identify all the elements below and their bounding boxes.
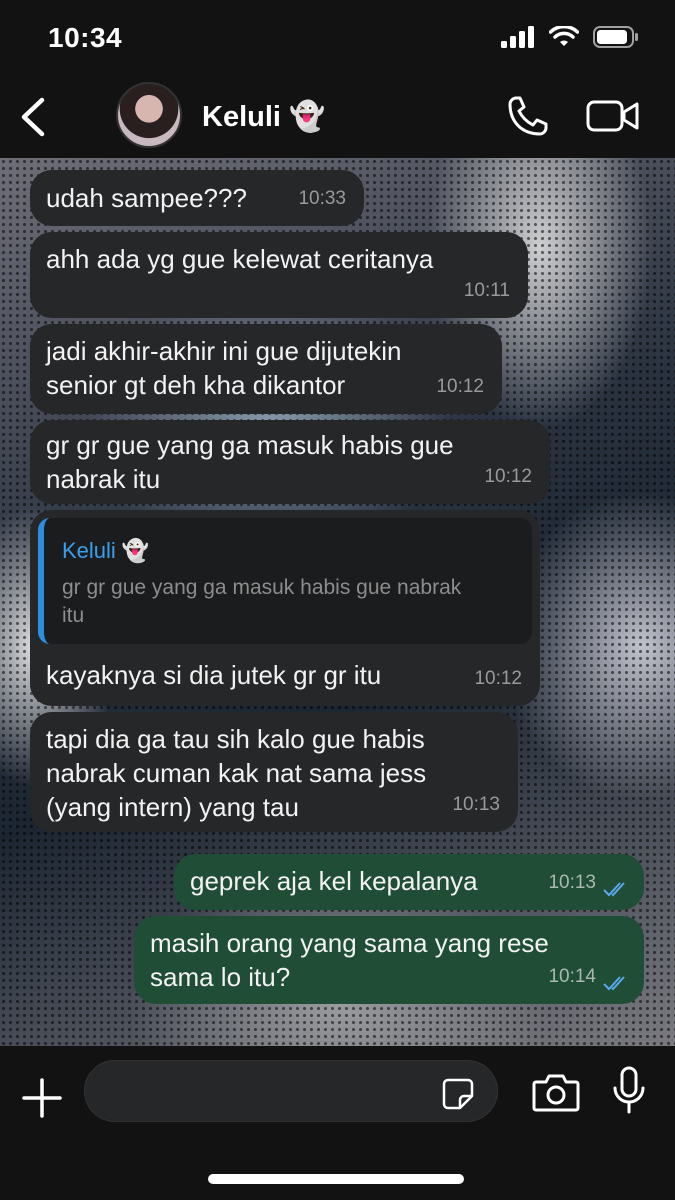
message-time: 10:12 [436, 376, 484, 397]
message-time: 10:33 [298, 188, 346, 209]
read-receipt-icon [603, 976, 625, 991]
message-time: 10:12 [474, 668, 522, 689]
phone-call-icon[interactable] [506, 94, 550, 138]
message-incoming[interactable]: jadi akhir-akhir ini gue dijutekin senio… [30, 324, 502, 414]
status-icons [501, 26, 639, 48]
quoted-text: gr gr gue yang ga masuk habis gue nabrak… [62, 576, 462, 627]
message-text: geprek aja kel kepalanya [190, 866, 478, 896]
message-text-line: masih orang yang sama yang rese [150, 928, 549, 958]
quoted-sender: Keluli 👻 [62, 538, 150, 563]
message-text-line: jadi akhir-akhir ini gue dijutekin [46, 336, 402, 366]
message-text-line: nabrak cuman kak nat sama jess [46, 758, 427, 788]
message-input[interactable] [84, 1060, 498, 1122]
message-time: 10:13 [452, 794, 500, 815]
status-time: 10:34 [48, 22, 123, 53]
read-receipt-icon [603, 882, 625, 897]
message-text-line: nabrak itu [46, 464, 161, 494]
microphone-icon[interactable] [612, 1066, 646, 1114]
video-call-icon[interactable] [586, 98, 640, 134]
message-text: ahh ada yg gue kelewat ceritanya [46, 244, 434, 274]
camera-icon[interactable] [532, 1072, 580, 1112]
home-indicator[interactable] [208, 1174, 464, 1184]
sticker-icon[interactable] [442, 1078, 474, 1110]
wifi-icon [549, 26, 579, 46]
message-time: 10:12 [484, 466, 532, 487]
message-text-line: senior gt deh kha dikantor [46, 370, 346, 400]
message-outgoing[interactable]: masih orang yang sama yang rese sama lo … [134, 916, 644, 1004]
message-time: 10:14 [548, 966, 596, 987]
message-text-line: sama lo itu? [150, 962, 291, 992]
message-incoming-reply[interactable]: Keluli 👻 gr gr gue yang ga masuk habis g… [30, 510, 540, 706]
battery-icon [593, 26, 638, 48]
plus-icon[interactable] [20, 1076, 64, 1120]
quoted-message[interactable]: Keluli 👻 gr gr gue yang ga masuk habis g… [38, 518, 532, 644]
status-bar: 10:34 [0, 0, 675, 80]
message-incoming[interactable]: tapi dia ga tau sih kalo gue habis nabra… [30, 712, 518, 832]
message-time: 10:13 [548, 872, 596, 893]
contact-avatar[interactable] [116, 82, 182, 148]
message-text-line: (yang intern) yang tau [46, 792, 299, 822]
message-outgoing[interactable]: geprek aja kel kepalanya 10:13 [174, 854, 644, 910]
message-incoming[interactable]: ahh ada yg gue kelewat ceritanya 10:11 [30, 232, 528, 318]
chat-background: udah sampee??? 10:33 ahh ada yg gue kele… [0, 158, 675, 1046]
contact-name[interactable]: Keluli 👻 [202, 100, 325, 134]
message-time: 10:11 [463, 280, 510, 301]
compose-bar [0, 1046, 675, 1200]
message-incoming[interactable]: udah sampee??? 10:33 [30, 170, 364, 226]
chat-header: Keluli 👻 [0, 80, 675, 158]
message-text: kayaknya si dia jutek gr gr itu [46, 660, 382, 690]
message-text-line: gr gr gue yang ga masuk habis gue [46, 430, 454, 460]
message-text-line: tapi dia ga tau sih kalo gue habis [46, 724, 425, 754]
message-incoming[interactable]: gr gr gue yang ga masuk habis gue nabrak… [30, 420, 550, 504]
message-text: udah sampee??? [46, 183, 247, 213]
cellular-signal-icon [501, 26, 534, 48]
back-button[interactable] [14, 94, 54, 140]
